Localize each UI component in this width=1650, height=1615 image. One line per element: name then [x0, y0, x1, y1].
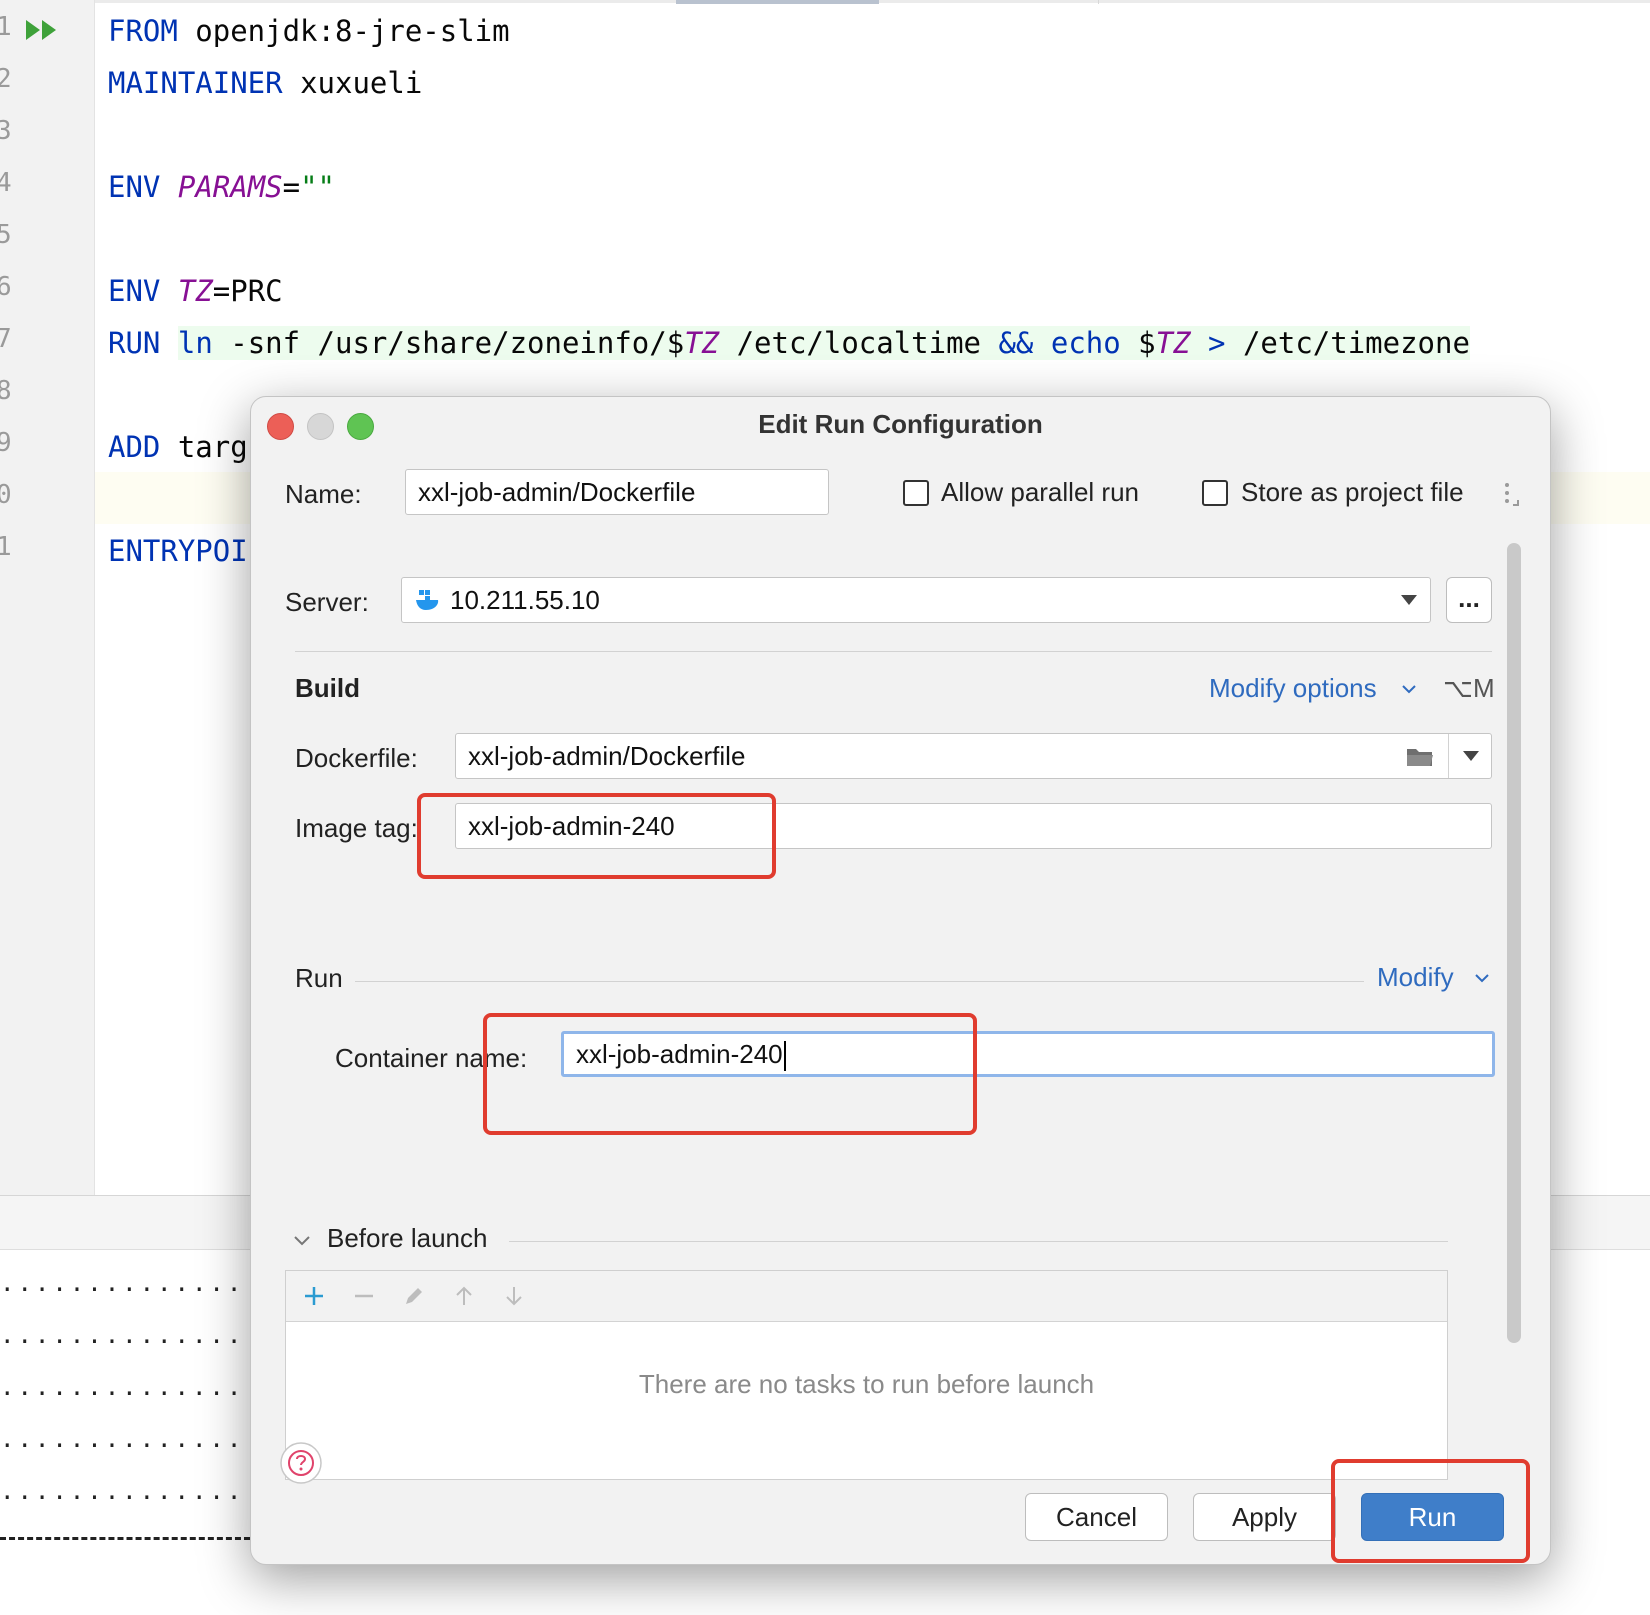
drag-handle-icon[interactable] [1502, 481, 1522, 509]
dockerfile-dropdown-arrow-icon[interactable] [1462, 750, 1480, 762]
active-tab-indicator [676, 0, 879, 4]
output-dash-line [0, 1537, 250, 1540]
line-number: 1 [0, 532, 12, 562]
server-label: Server: [285, 587, 369, 617]
before-launch-title: Before launch [327, 1223, 488, 1253]
chevron-down-icon[interactable] [1474, 973, 1490, 983]
before-launch-separator [509, 1241, 1448, 1242]
server-select[interactable]: 10.211.55.10 [401, 577, 1431, 623]
line-number: 6 [0, 272, 12, 302]
move-up-icon[interactable] [452, 1284, 476, 1308]
dockerfile-input[interactable]: xxl-job-admin/Dockerfile [455, 733, 1492, 779]
output-line: ................... [0, 1477, 252, 1505]
chevron-down-icon[interactable] [1401, 684, 1417, 694]
collapse-chevron-icon[interactable] [293, 1235, 311, 1247]
code-line-4: ENV PARAMS="" [108, 170, 336, 204]
folder-icon[interactable] [1405, 745, 1435, 769]
dialog-scrollbar[interactable] [1507, 543, 1521, 1343]
help-icon[interactable] [279, 1441, 323, 1485]
allow-parallel-run-label: Allow parallel run [941, 477, 1139, 507]
section-separator [295, 651, 1492, 652]
name-label: Name: [285, 479, 362, 509]
code-line-7: RUN ln -snf /usr/share/zoneinfo/$TZ /etc… [108, 326, 1470, 360]
name-input[interactable]: xxl-job-admin/Dockerfile [405, 469, 829, 515]
cancel-button[interactable]: Cancel [1025, 1493, 1168, 1541]
dockerfile-label: Dockerfile: [295, 743, 418, 773]
remove-icon[interactable] [352, 1284, 376, 1308]
dialog-title: Edit Run Configuration [758, 409, 1043, 439]
line-number: 2 [0, 64, 12, 94]
modify-options-link[interactable]: Modify options [1209, 673, 1377, 704]
modify-options-shortcut: ⌥M [1443, 673, 1495, 703]
code-line-1: FROM openjdk:8-jre-slim [108, 14, 510, 48]
image-tag-highlight-box [417, 793, 776, 879]
store-as-project-file-checkbox[interactable] [1202, 480, 1228, 506]
build-section-title: Build [295, 673, 360, 703]
run-gutter-icon[interactable] [24, 18, 60, 42]
container-name-highlight-box [483, 1013, 977, 1135]
code-line-2: MAINTAINER xuxueli [108, 66, 423, 100]
edit-icon[interactable] [402, 1284, 426, 1308]
dockerfile-value: xxl-job-admin/Dockerfile [468, 741, 746, 771]
line-number: 4 [0, 168, 12, 198]
before-launch-task-panel: There are no tasks to run before launch [285, 1270, 1448, 1480]
tab-separator [1098, 0, 1099, 4]
move-down-icon[interactable] [502, 1284, 526, 1308]
docker-icon [416, 590, 439, 610]
dockerfile-field-divider [1448, 734, 1449, 778]
apply-button[interactable]: Apply [1193, 1493, 1336, 1541]
store-as-project-file-label: Store as project file [1241, 477, 1464, 507]
server-more-button[interactable]: ... [1446, 577, 1492, 623]
modify-link[interactable]: Modify [1377, 962, 1454, 993]
line-number: 8 [0, 376, 12, 406]
run-section-title: Run [295, 963, 343, 993]
line-number: 5 [0, 220, 12, 250]
image-tag-label: Image tag: [295, 813, 418, 843]
code-line-9: ADD targ [108, 430, 248, 464]
line-number: 0 [0, 480, 12, 510]
no-tasks-message: There are no tasks to run before launch [638, 1369, 1095, 1399]
code-line-6: ENV TZ=PRC [108, 274, 283, 308]
edit-run-configuration-dialog: Edit Run Configuration Name: xxl-job-adm… [250, 396, 1551, 1565]
line-gutter: 1 2 3 4 5 6 7 8 9 0 1 [0, 0, 95, 1195]
line-number: 9 [0, 428, 12, 458]
output-line: ................... [0, 1321, 252, 1349]
output-line: ................... [0, 1425, 252, 1453]
output-line: ................... [0, 1373, 252, 1401]
run-section-separator [355, 981, 1364, 982]
add-icon[interactable] [302, 1284, 326, 1308]
task-toolbar [286, 1271, 1447, 1322]
line-number: 1 [0, 12, 12, 42]
line-number: 3 [0, 116, 12, 146]
server-value: 10.211.55.10 [450, 585, 600, 615]
code-line-11: ENTRYPOI [108, 534, 248, 568]
allow-parallel-run-checkbox[interactable] [903, 480, 929, 506]
output-line: ................... [0, 1269, 252, 1297]
line-number: 7 [0, 324, 12, 354]
dropdown-arrow-icon[interactable] [1400, 594, 1418, 606]
run-button-highlight-box [1331, 1459, 1530, 1563]
